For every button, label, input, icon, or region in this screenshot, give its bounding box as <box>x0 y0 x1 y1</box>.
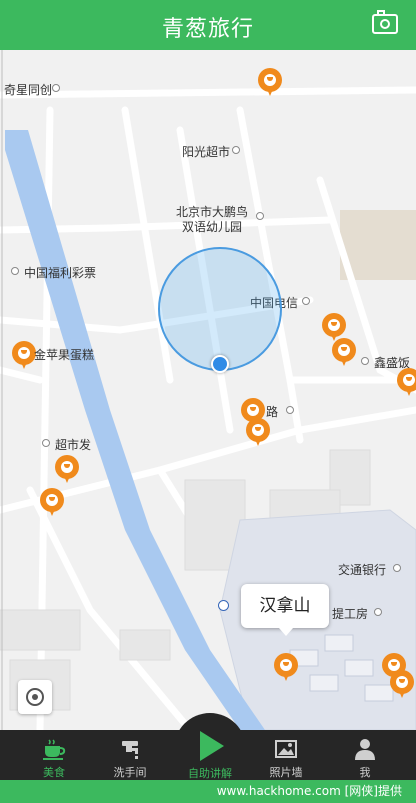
food-marker-icon <box>374 608 382 616</box>
current-location-icon <box>211 355 229 373</box>
shop-marker-icon <box>42 439 50 447</box>
faucet-icon <box>122 741 138 759</box>
shop-marker-icon <box>232 146 240 154</box>
food-marker-icon <box>361 357 369 365</box>
play-icon <box>200 731 224 761</box>
poi-yangguang[interactable]: 阳光超市 <box>182 143 230 160</box>
poi-marker-icon <box>256 212 264 220</box>
app-title: 青葱旅行 <box>161 17 254 42</box>
watermark-footer: www.hackhome.com [网侠]提供 <box>0 780 416 803</box>
tab-food[interactable]: 美食 <box>14 730 94 780</box>
poi-kindergarten-line2[interactable]: 双语幼儿园 <box>182 218 242 235</box>
crosshair-icon[interactable] <box>18 680 52 714</box>
poi-jiaotong-yinhang[interactable]: 交通银行 <box>338 561 386 578</box>
poi-callout[interactable]: 汉拿山 <box>241 584 329 636</box>
food-pin-icon[interactable] <box>397 368 416 396</box>
poi-ti-gongfang[interactable]: 提工房 <box>332 605 368 622</box>
tab-photo-wall-label: 照片墙 <box>269 766 303 779</box>
poi-qixing[interactable]: 奇星同创 <box>4 81 52 98</box>
poi-marker-icon <box>11 267 19 275</box>
accuracy-circle <box>158 247 282 371</box>
poi-jinpingguo[interactable]: 金苹果蛋糕 <box>34 346 94 363</box>
tab-food-label: 美食 <box>43 766 65 779</box>
photo-icon <box>275 740 297 758</box>
food-pin-icon[interactable] <box>390 670 414 698</box>
camera-icon[interactable] <box>372 10 398 34</box>
food-pin-icon[interactable] <box>40 488 64 516</box>
tab-photo-wall[interactable]: 照片墙 <box>246 730 326 780</box>
food-pin-icon[interactable] <box>332 338 356 366</box>
food-pin-icon[interactable] <box>246 418 270 446</box>
bank-marker-icon <box>393 564 401 572</box>
poi-chaoshi-fa[interactable]: 超市发 <box>55 436 91 453</box>
tab-restroom-label: 洗手间 <box>113 766 147 779</box>
phone-marker-icon <box>302 297 310 305</box>
road-label: 路 <box>266 405 279 419</box>
poi-marker-icon <box>286 406 294 414</box>
tab-self-guide[interactable]: 自助讲解 <box>174 713 246 780</box>
food-pin-icon[interactable] <box>322 313 346 341</box>
tab-restroom[interactable]: 洗手间 <box>90 730 170 780</box>
map-view[interactable]: 奇星同创 阳光超市 北京市大鹏鸟 双语幼儿园 中国福利彩票 中国电信 金苹果蛋糕… <box>0 50 416 730</box>
food-pin-icon[interactable] <box>55 455 79 483</box>
watermark-text: www.hackhome.com [网侠]提供 <box>216 784 402 798</box>
poi-marker-icon <box>52 84 60 92</box>
tab-me[interactable]: 我 <box>325 730 405 780</box>
coffee-cup-icon <box>43 739 66 760</box>
food-pin-icon[interactable] <box>274 653 298 681</box>
app-header: 青葱旅行 <box>0 0 416 50</box>
food-pin-icon[interactable] <box>12 341 36 369</box>
tab-me-label: 我 <box>359 766 371 779</box>
poi-zhongguo-fuli[interactable]: 中国福利彩票 <box>24 264 96 281</box>
food-pin-icon[interactable] <box>258 68 282 96</box>
tab-self-guide-label: 自助讲解 <box>188 767 232 780</box>
person-icon <box>355 739 375 760</box>
metro-marker-icon <box>218 600 229 611</box>
